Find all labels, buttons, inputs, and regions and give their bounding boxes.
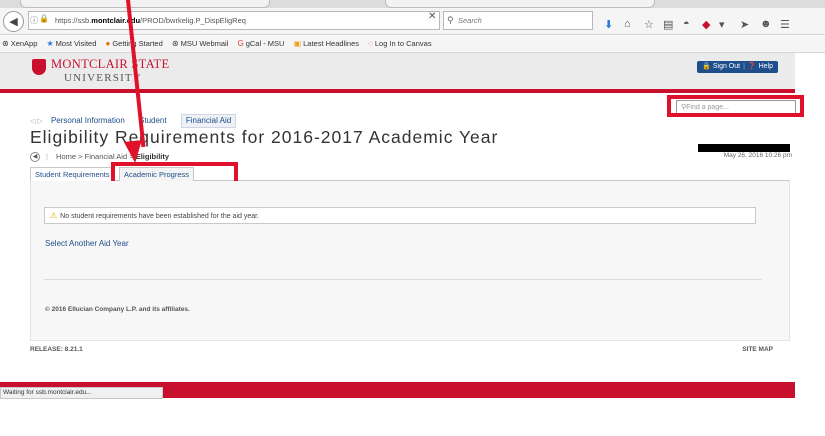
browser-tab[interactable] — [20, 0, 270, 8]
globe-icon: ⊛ — [171, 39, 179, 48]
home-icon[interactable]: ⌂ — [624, 18, 631, 30]
back-arrow-icon: ◀ — [9, 16, 18, 28]
site-map-link[interactable]: SITE MAP — [742, 346, 773, 353]
timestamp: May 26, 2016 10:26 pm — [723, 152, 792, 159]
breadcrumb-home[interactable]: Home — [56, 152, 76, 161]
help-icon: ❓ — [747, 63, 757, 70]
avatar-icon[interactable]: ☻ — [760, 18, 772, 30]
bookmark-star-icon[interactable]: ☆ — [644, 18, 654, 31]
bookmarks-bar: ⊛ XenApp ★ Most Visited ● Getting Started ⊛… — [0, 36, 825, 53]
tab-scroll-arrows-icon[interactable]: ◁ ▷ — [30, 118, 43, 125]
url-prefix: https://ssb. — [55, 16, 92, 25]
sign-out-button[interactable]: 🔒 Sign Out — [702, 63, 740, 70]
bookmark-xenapp[interactable]: ⊛ XenApp — [2, 36, 37, 52]
navigation-toolbar: ◀ https://ssb.montclair.edu/PROD/bwrkeli… — [0, 8, 825, 35]
breadcrumb-financial-aid[interactable]: Financial Aid — [85, 152, 128, 161]
annotation-highlight-box — [667, 95, 804, 117]
info-icon[interactable]: ⓘ — [30, 15, 38, 26]
lock-icon[interactable]: 🔒 — [39, 14, 49, 23]
logo-sub[interactable]: UNIVERSITY — [64, 72, 142, 84]
star-icon: ★ — [46, 39, 54, 48]
canvas-icon: ◌ — [368, 39, 373, 48]
search-input[interactable]: ⚲ Search — [443, 11, 593, 30]
header-buttons: 🔒 Sign Out | ❓ Help — [697, 61, 778, 73]
browser-tabstrip — [0, 0, 825, 8]
copyright: © 2016 Ellucian Company L.P. and its aff… — [45, 306, 190, 313]
tab-student-requirements[interactable]: Student Requirements — [30, 167, 115, 181]
url-host: montclair.edu — [91, 16, 141, 25]
info-message: ⚠ No student requirements have been estab… — [44, 207, 756, 224]
logo-name[interactable]: MONTCLAIR STATE — [51, 57, 169, 72]
chevron-down-icon[interactable]: ▾ — [719, 18, 725, 31]
page-title: Eligibility Requirements for 2016-2017 A… — [30, 127, 499, 147]
download-icon[interactable]: ⬇ — [604, 18, 613, 31]
select-another-aid-year-link[interactable]: Select Another Aid Year — [45, 239, 129, 248]
university-seal-icon — [32, 59, 46, 75]
google-icon: G — [237, 39, 244, 48]
tab-financial-aid[interactable]: Financial Aid — [180, 114, 237, 128]
lock-icon: 🔒 — [702, 63, 711, 70]
menu-icon[interactable]: ☰ — [780, 18, 790, 31]
help-button[interactable]: ❓ Help — [748, 63, 773, 70]
pocket-icon[interactable]: ◓ — [683, 18, 690, 30]
citrix-icon: ⊛ — [2, 39, 9, 48]
rss-icon: ▣ — [293, 39, 302, 48]
breadcrumb: ◀ | Home > Financial Aid > Eligibility — [30, 151, 169, 163]
send-icon[interactable]: ➤ — [740, 18, 749, 31]
divider — [44, 279, 762, 280]
main-panel: ⚠ No student requirements have been estab… — [30, 181, 790, 341]
back-icon[interactable]: ◀ — [30, 152, 40, 163]
release-label: RELEASE: 8.21.1 — [30, 346, 83, 353]
annotation-arrow-head — [123, 140, 145, 164]
back-button[interactable]: ◀ — [3, 11, 24, 32]
bookmark-msu-webmail[interactable]: ⊛ MSU Webmail — [172, 36, 229, 52]
close-icon[interactable]: ✕ — [428, 11, 436, 22]
bookmark-most-visited[interactable]: ★ Most Visited — [47, 36, 97, 52]
bookmark-gcal-msu[interactable]: GgCal - MSU — [237, 36, 284, 52]
browser-status-bar: Waiting for ssb.montclair.edu... — [0, 387, 163, 399]
url-bar[interactable]: https://ssb.montclair.edu/PROD/bwrkelig.… — [28, 11, 440, 30]
url-path: /PROD/bwrkelig.P_DispEligReq — [140, 16, 246, 25]
warning-icon: ⚠ — [50, 211, 58, 220]
search-placeholder: Search — [458, 16, 482, 25]
browser-tab[interactable] — [385, 0, 655, 8]
bookmark-log-in-canvas[interactable]: ◌ Log In to Canvas — [368, 36, 431, 52]
bookmark-latest-headlines[interactable]: ▣ Latest Headlines — [294, 36, 359, 52]
site-header: MONTCLAIR STATE UNIVERSITY 🔒 Sign Out | ❓ … — [0, 53, 795, 93]
search-icon: ⚲ — [447, 15, 454, 25]
clipboard-icon[interactable]: ▤ — [663, 18, 673, 31]
redaction-bar — [698, 144, 790, 152]
firefox-icon: ● — [105, 39, 111, 48]
tab-personal-information[interactable]: Personal Information — [51, 115, 125, 127]
extension-icon[interactable]: ◆ — [702, 18, 710, 31]
